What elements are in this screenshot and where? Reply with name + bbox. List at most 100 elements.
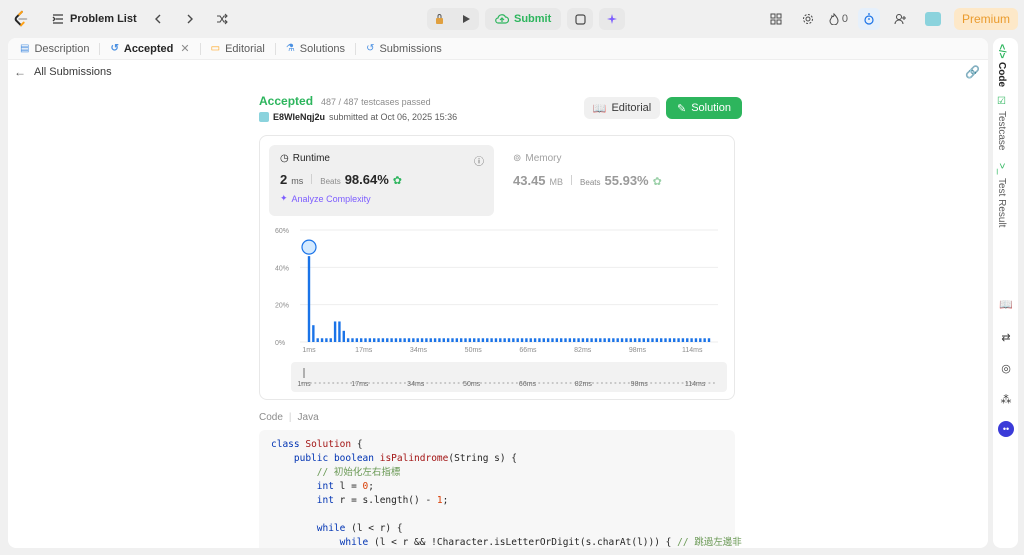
analyze-complexity-link[interactable]: ✦ Analyze Complexity	[280, 193, 483, 204]
chart-bar[interactable]	[442, 338, 445, 342]
chart-bar[interactable]	[477, 338, 480, 342]
sidebar-tab-test-result[interactable]: >_ Test Result	[996, 163, 1007, 228]
chart-bar[interactable]	[664, 338, 667, 342]
editorial-button[interactable]: 📖 Editorial	[584, 97, 660, 119]
add-friend-button[interactable]	[890, 8, 912, 30]
solution-button[interactable]: ✎ Solution	[666, 97, 742, 119]
ai-assist-button[interactable]	[599, 8, 625, 30]
chart-bar[interactable]	[638, 338, 641, 342]
chart-bar[interactable]	[677, 338, 680, 342]
tab-accepted[interactable]: ↺ Accepted ✕	[106, 42, 193, 56]
back-to-submissions[interactable]: ← All Submissions	[8, 60, 988, 84]
translate-icon[interactable]: ⇄	[998, 329, 1014, 345]
chart-bar[interactable]	[646, 338, 650, 342]
chart-bar[interactable]	[681, 338, 685, 342]
username[interactable]: E8WIeNqj2u	[273, 112, 325, 122]
chart-bar[interactable]	[655, 338, 659, 342]
chart-bar[interactable]	[481, 338, 485, 342]
chart-bar[interactable]	[651, 338, 654, 342]
chart-bar[interactable]	[529, 338, 532, 342]
chart-bar[interactable]	[607, 338, 611, 342]
chart-bar[interactable]	[546, 338, 550, 342]
chart-bar[interactable]	[551, 338, 554, 342]
chart-bar[interactable]	[459, 338, 463, 342]
timer-button[interactable]	[857, 8, 880, 30]
chart-bar[interactable]	[494, 338, 498, 342]
chart-bar[interactable]	[425, 338, 428, 342]
chart-range-slider[interactable]: 1ms 17ms 34ms 50ms 66ms 82ms 98ms 114ms	[291, 362, 727, 392]
chart-bar[interactable]	[446, 338, 450, 342]
chart-bar[interactable]	[473, 338, 476, 342]
chart-bar[interactable]	[642, 338, 645, 342]
chart-bar[interactable]	[386, 338, 389, 342]
premium-button[interactable]: Premium	[953, 8, 1018, 30]
avatar[interactable]	[922, 8, 944, 30]
chart-bar[interactable]	[533, 338, 537, 342]
tab-submissions[interactable]: ↺ Submissions	[362, 43, 446, 55]
chart-bar[interactable]	[416, 338, 419, 342]
runtime-distribution-chart[interactable]: 60% 40% 20% 0% 1ms 17ms 34ms 50ms 66ms 82ms 98ms 11…	[268, 226, 728, 356]
book-open-icon[interactable]: 📖	[998, 296, 1014, 312]
notes-button[interactable]	[567, 8, 593, 30]
apps-icon[interactable]: ⁂	[998, 391, 1014, 407]
chart-bar[interactable]	[516, 338, 519, 342]
chart-bar[interactable]	[577, 338, 580, 342]
chart-bar[interactable]	[620, 338, 624, 342]
next-problem-button[interactable]	[179, 8, 201, 30]
chart-bar[interactable]	[586, 338, 589, 342]
range-handle[interactable]	[303, 368, 305, 378]
debug-button[interactable]	[427, 8, 453, 30]
chart-bar[interactable]	[394, 338, 398, 342]
chart-bar[interactable]	[594, 338, 598, 342]
chart-bar[interactable]	[468, 338, 472, 342]
broadcast-icon[interactable]: ◎	[998, 360, 1014, 376]
chart-bar[interactable]	[316, 338, 319, 342]
layout-button[interactable]	[765, 8, 787, 30]
tab-description[interactable]: ▤ Description	[16, 43, 93, 55]
chart-bar[interactable]	[538, 338, 541, 342]
chart-bar[interactable]	[568, 338, 572, 342]
chart-bar[interactable]	[573, 338, 576, 342]
chart-bar[interactable]	[581, 338, 585, 342]
chart-bar[interactable]	[346, 338, 350, 342]
chart-bar[interactable]	[381, 338, 385, 342]
chart-bar[interactable]	[520, 338, 524, 342]
chart-bar[interactable]	[659, 338, 663, 342]
chart-bar[interactable]	[359, 338, 363, 342]
chart-bar[interactable]	[420, 338, 424, 342]
run-button[interactable]	[453, 8, 479, 30]
chart-bar[interactable]	[342, 330, 345, 342]
submit-button[interactable]: Submit	[485, 8, 562, 30]
chart-bar[interactable]	[612, 338, 615, 342]
your-submission-marker[interactable]	[301, 239, 317, 255]
chart-bar[interactable]	[703, 338, 706, 342]
chart-bar[interactable]	[616, 338, 619, 342]
chart-bar[interactable]	[368, 338, 372, 342]
chart-bar[interactable]	[668, 338, 672, 342]
chart-bar[interactable]	[686, 338, 689, 342]
chart-bar[interactable]	[377, 338, 380, 342]
close-tab-icon[interactable]: ✕	[180, 42, 189, 55]
tab-editorial[interactable]: ▭ Editorial	[207, 43, 269, 55]
chart-bar[interactable]	[499, 338, 502, 342]
chart-bar[interactable]	[690, 338, 693, 342]
chart-bar[interactable]	[542, 338, 545, 342]
chart-bar[interactable]	[633, 338, 637, 342]
chart-bar[interactable]	[338, 321, 341, 342]
settings-button[interactable]	[797, 8, 819, 30]
chart-bar[interactable]	[451, 338, 454, 342]
chart-bar[interactable]	[403, 338, 406, 342]
chart-bar[interactable]	[407, 338, 411, 342]
chart-bar[interactable]	[355, 338, 359, 342]
chart-bar[interactable]	[438, 338, 441, 342]
chart-bar[interactable]	[433, 338, 437, 342]
runtime-panel[interactable]: ◷ Runtime ⓘ 2 ms Beats 98.64% ✿ ✦ Analyze …	[269, 145, 494, 216]
chart-bar[interactable]	[390, 338, 393, 342]
chart-bar[interactable]	[673, 338, 676, 342]
problem-list-button[interactable]: Problem List	[52, 13, 137, 25]
code-viewer[interactable]: class Solution { public boolean isPalind…	[259, 430, 742, 548]
chart-bar[interactable]	[364, 338, 367, 342]
chart-bar[interactable]	[694, 338, 698, 342]
chart-bar[interactable]	[503, 338, 506, 342]
chart-bar[interactable]	[707, 338, 711, 342]
